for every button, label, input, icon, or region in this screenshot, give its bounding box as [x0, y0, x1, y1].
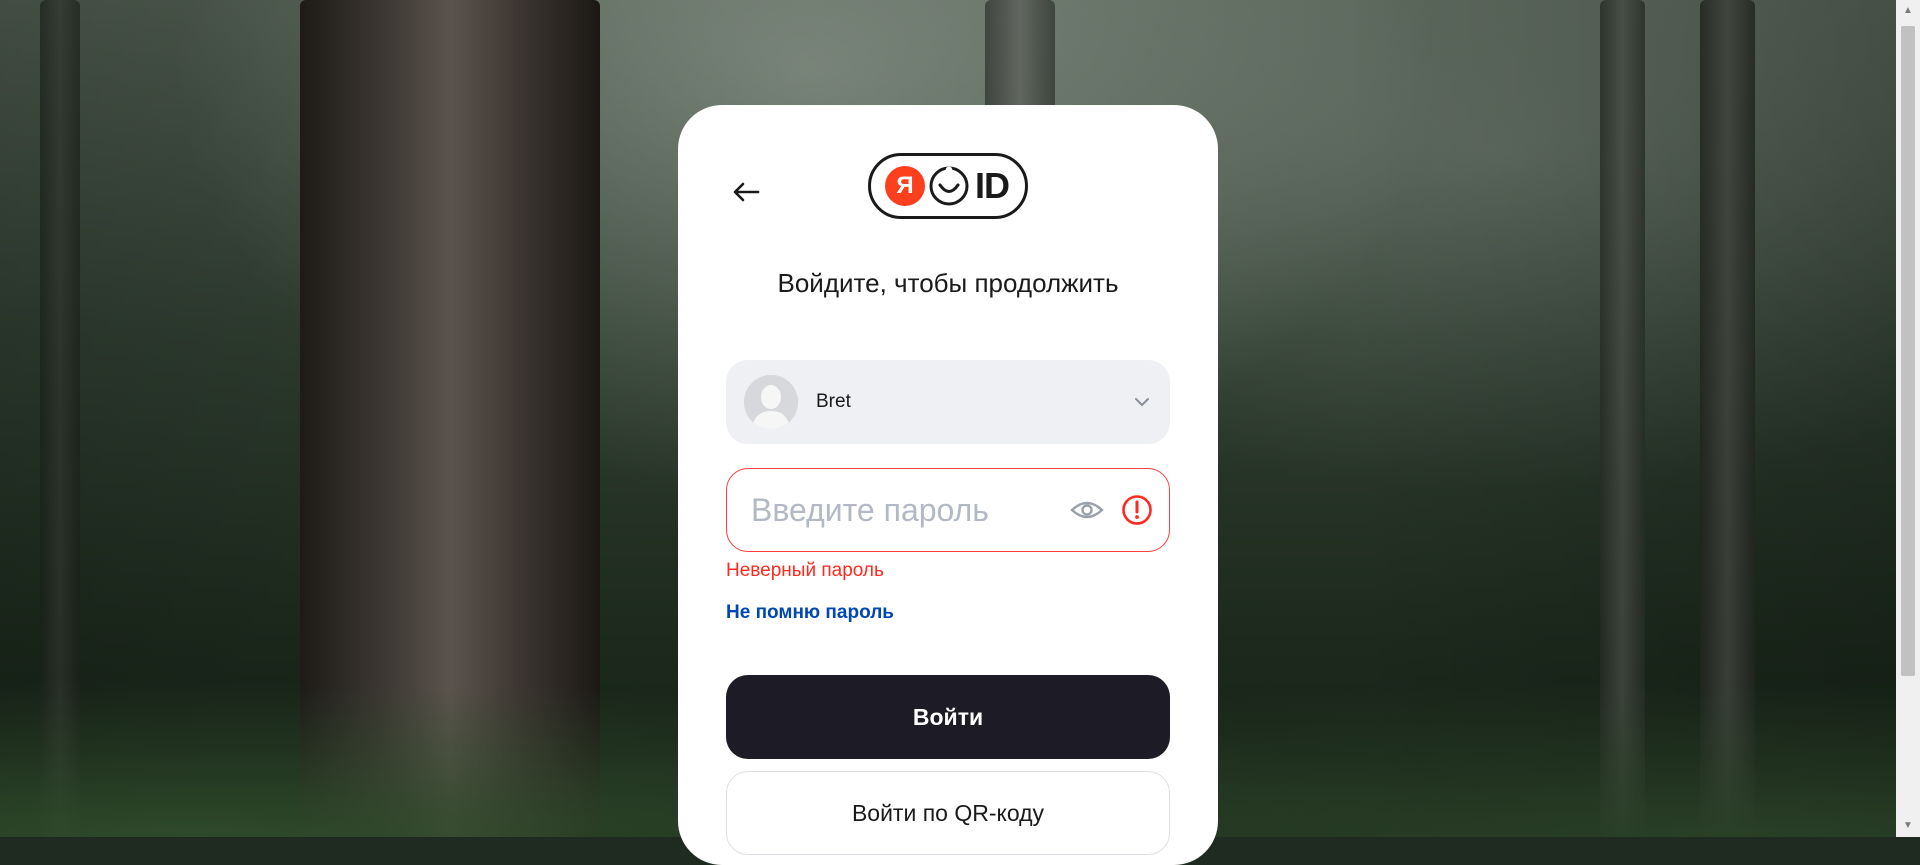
- forgot-password-link[interactable]: Не помню пароль: [726, 602, 894, 624]
- user-silhouette-icon: [744, 375, 798, 429]
- password-field-wrapper: [726, 468, 1170, 552]
- yandex-logo-icon: Я: [885, 166, 925, 206]
- yandex-id-logo: Я ID: [868, 153, 1028, 219]
- page-scrollbar[interactable]: ▲ ▼: [1896, 0, 1920, 837]
- scroll-thumb[interactable]: [1901, 26, 1915, 676]
- chevron-down-icon: [1135, 398, 1149, 406]
- scroll-up-icon[interactable]: ▲: [1896, 0, 1920, 22]
- logo-id-text: ID: [975, 165, 1010, 206]
- login-card: Я ID Войдите, чтобы продолжить Bret Неве…: [678, 105, 1218, 865]
- smile-icon: [929, 166, 969, 206]
- account-selector[interactable]: Bret: [726, 360, 1170, 444]
- exclamation-circle-icon: [1122, 495, 1152, 525]
- avatar: [744, 375, 798, 429]
- arrow-left-icon: [733, 182, 760, 202]
- login-button[interactable]: Войти: [726, 675, 1170, 759]
- password-error-message: Неверный пароль: [726, 560, 884, 581]
- account-name: Bret: [816, 391, 851, 412]
- scroll-down-icon[interactable]: ▼: [1896, 815, 1920, 837]
- show-password-button[interactable]: [1067, 490, 1107, 530]
- qr-login-button[interactable]: Войти по QR-коду: [726, 771, 1170, 855]
- back-button[interactable]: [718, 167, 774, 217]
- page-title: Войдите, чтобы продолжить: [777, 268, 1119, 298]
- eye-icon: [1070, 501, 1104, 519]
- error-icon: [1119, 492, 1155, 528]
- password-input[interactable]: [749, 490, 1067, 530]
